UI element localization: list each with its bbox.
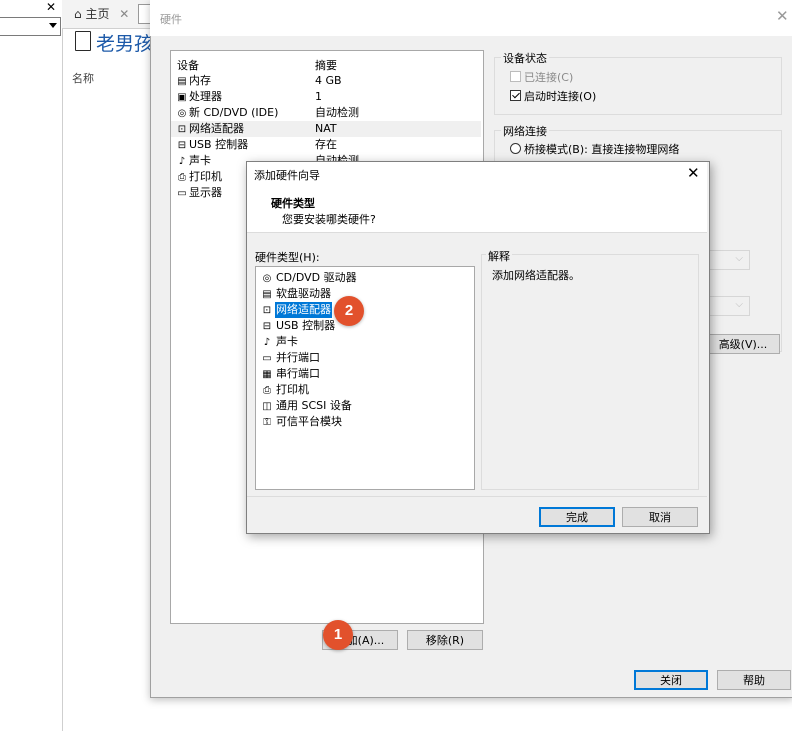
vm-title: 老男孩 bbox=[96, 33, 154, 55]
serial-port-icon: ▦ bbox=[262, 369, 272, 380]
wizard-close-icon[interactable]: ✕ bbox=[687, 164, 700, 182]
explanation-group bbox=[481, 254, 699, 490]
connect-at-poweron-label: 启动时连接(O) bbox=[524, 90, 597, 103]
sound-icon: ♪ bbox=[263, 337, 271, 348]
device-row-processor[interactable]: ▣ 处理器 1 bbox=[171, 89, 481, 105]
help-button[interactable]: 帮助 bbox=[717, 670, 791, 690]
device-name: 显示器 bbox=[189, 186, 222, 199]
device-name: 打印机 bbox=[189, 170, 222, 183]
memory-icon: ▤ bbox=[177, 76, 187, 87]
device-name: 内存 bbox=[189, 74, 211, 87]
wizard-heading: 硬件类型 bbox=[271, 197, 315, 210]
device-name: 处理器 bbox=[189, 90, 222, 103]
chevron-down-icon bbox=[49, 23, 57, 28]
wizard-subheading: 您要安装哪类硬件? bbox=[282, 213, 376, 226]
explanation-text: 添加网络适配器。 bbox=[492, 269, 580, 282]
device-summary: 存在 bbox=[315, 138, 337, 151]
hw-type-label: 软盘驱动器 bbox=[276, 287, 331, 300]
hw-type-label: 打印机 bbox=[276, 383, 309, 396]
hardware-type-label: 硬件类型(H): bbox=[255, 251, 320, 264]
cd-icon: ◎ bbox=[262, 273, 272, 284]
printer-icon: ⎙ bbox=[178, 172, 186, 183]
home-icon: ⌂ bbox=[74, 7, 82, 21]
device-summary: NAT bbox=[315, 122, 337, 135]
finish-button[interactable]: 完成 bbox=[539, 507, 615, 527]
device-summary: 1 bbox=[315, 90, 322, 103]
cd-icon: ◎ bbox=[177, 108, 187, 119]
hardware-dialog-title: 硬件 bbox=[160, 13, 182, 26]
hw-type-label: 并行端口 bbox=[276, 351, 320, 364]
network-connection-label: 网络连接 bbox=[501, 123, 549, 139]
remove-button[interactable]: 移除(R) bbox=[407, 630, 483, 650]
device-status-label: 设备状态 bbox=[501, 50, 549, 66]
tab-home[interactable]: ⌂ 主页 ✕ bbox=[68, 3, 135, 25]
sound-icon: ♪ bbox=[178, 156, 186, 167]
hw-type-label: USB 控制器 bbox=[276, 319, 336, 332]
bridged-label: 桥接模式(B): 直接连接物理网络 bbox=[524, 143, 680, 156]
close-button[interactable]: 关闭 bbox=[634, 670, 708, 690]
custom-network-dropdown[interactable]: ⌵ bbox=[706, 250, 750, 270]
wizard-separator bbox=[247, 496, 707, 497]
usb-icon: ⊟ bbox=[262, 321, 272, 332]
chevron-down-icon: ⌵ bbox=[735, 253, 743, 264]
tpm-icon: ⚿ bbox=[263, 417, 271, 428]
hw-type-label: 声卡 bbox=[276, 335, 298, 348]
step-badge-1: 1 bbox=[323, 620, 353, 650]
tab-home-label: 主页 bbox=[85, 7, 110, 21]
hw-type-label: CD/DVD 驱动器 bbox=[276, 271, 357, 284]
network-icon: ⊡ bbox=[262, 305, 272, 316]
bridged-radio[interactable] bbox=[510, 143, 521, 154]
parallel-port-icon: ▭ bbox=[262, 353, 272, 364]
vm-icon bbox=[75, 31, 91, 51]
device-name: USB 控制器 bbox=[189, 138, 249, 151]
device-column-header[interactable]: 设备 bbox=[177, 57, 199, 73]
device-row-network[interactable]: ⊡ 网络适配器 NAT bbox=[171, 121, 481, 137]
hw-type-label: 串行端口 bbox=[276, 367, 320, 380]
hardware-type-list: ◎ CD/DVD 驱动器 ▤ 软盘驱动器 ⊡ 网络适配器 ⊟ USB 控制器 ♪… bbox=[255, 266, 475, 490]
chevron-down-icon: ⌵ bbox=[735, 299, 743, 310]
floppy-icon: ▤ bbox=[262, 289, 272, 300]
hw-type-label: 通用 SCSI 设备 bbox=[276, 399, 352, 412]
column-header-name: 名称 bbox=[72, 72, 94, 85]
device-name: 网络适配器 bbox=[189, 122, 244, 135]
device-row-usb[interactable]: ⊟ USB 控制器 存在 bbox=[171, 137, 481, 153]
hw-type-label: 可信平台模块 bbox=[276, 415, 342, 428]
wizard-title: 添加硬件向导 bbox=[254, 169, 320, 182]
hw-type-label: 网络适配器 bbox=[275, 302, 332, 318]
library-panel bbox=[0, 0, 63, 731]
close-library-icon[interactable]: ✕ bbox=[46, 0, 56, 14]
cancel-button[interactable]: 取消 bbox=[622, 507, 698, 527]
library-dropdown[interactable] bbox=[0, 17, 61, 36]
step-badge-2: 2 bbox=[334, 296, 364, 326]
device-summary: 自动检测 bbox=[315, 106, 359, 119]
device-name: 声卡 bbox=[189, 154, 211, 167]
close-tab-icon[interactable]: ✕ bbox=[119, 7, 129, 21]
scsi-icon: ◫ bbox=[262, 401, 272, 412]
summary-column-header[interactable]: 摘要 bbox=[315, 57, 337, 73]
close-icon[interactable]: ✕ bbox=[776, 7, 789, 25]
explanation-label: 解释 bbox=[486, 248, 512, 264]
device-row-cdrom[interactable]: ◎ 新 CD/DVD (IDE) 自动检测 bbox=[171, 105, 481, 121]
advanced-button[interactable]: 高级(V)... bbox=[706, 334, 780, 354]
connected-label: 已连接(C) bbox=[524, 71, 574, 84]
display-icon: ▭ bbox=[177, 188, 187, 199]
lan-segment-dropdown[interactable]: ⌵ bbox=[706, 296, 750, 316]
connected-checkbox[interactable] bbox=[510, 71, 521, 82]
connect-at-poweron-checkbox[interactable] bbox=[510, 90, 521, 101]
device-name: 新 CD/DVD (IDE) bbox=[189, 106, 279, 119]
cpu-icon: ▣ bbox=[177, 92, 187, 103]
hardware-dialog-titlebar bbox=[150, 0, 792, 36]
usb-icon: ⊟ bbox=[177, 140, 187, 151]
device-summary: 4 GB bbox=[315, 74, 342, 87]
device-row-memory[interactable]: ▤ 内存 4 GB bbox=[171, 73, 481, 89]
printer-icon: ⎙ bbox=[263, 385, 271, 396]
network-icon: ⊡ bbox=[177, 124, 187, 135]
